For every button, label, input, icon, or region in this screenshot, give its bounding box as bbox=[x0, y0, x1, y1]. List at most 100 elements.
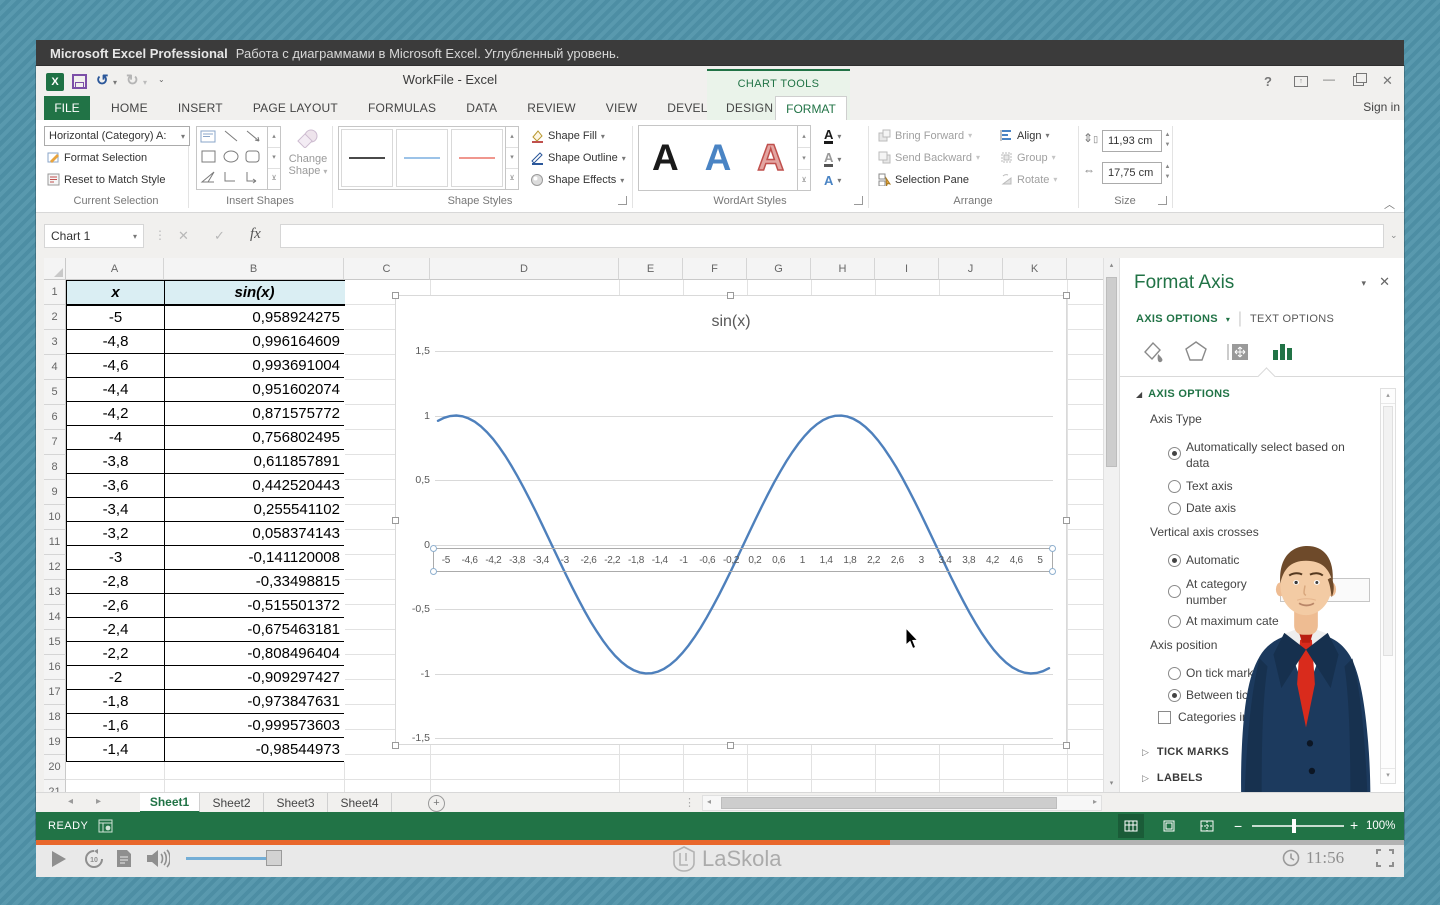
ribbon-display-options-icon[interactable]: ↑ bbox=[1294, 76, 1308, 87]
pane-close-icon[interactable]: ✕ bbox=[1379, 274, 1390, 290]
column-headers[interactable]: A B C D E F G H I J K bbox=[66, 258, 1103, 280]
row-header-18[interactable]: 18 bbox=[44, 705, 66, 730]
volume-slider-track[interactable] bbox=[186, 857, 278, 860]
col-header-B[interactable]: B bbox=[164, 258, 344, 280]
col-header-D[interactable]: D bbox=[430, 258, 619, 280]
shape-styles-scroll[interactable]: ▴ ▾ ⊻ bbox=[506, 126, 519, 190]
chart-handle-e[interactable] bbox=[1063, 517, 1070, 524]
restore-icon[interactable] bbox=[1353, 76, 1364, 86]
x-axis-tick-label[interactable]: -5 bbox=[434, 555, 458, 566]
table-header-sinx[interactable]: sin(x) bbox=[165, 281, 344, 304]
table-row[interactable]: -2,4 -0,675463181 bbox=[67, 618, 345, 642]
tab-view[interactable]: VIEW bbox=[591, 96, 652, 120]
cancel-icon[interactable]: ✕ bbox=[178, 228, 189, 244]
x-axis-tick-label[interactable]: 2,2 bbox=[862, 555, 886, 566]
sheet-nav-left-icon[interactable]: ◂ bbox=[68, 796, 73, 807]
radio-automatic[interactable] bbox=[1168, 554, 1181, 567]
chart-handle-sw[interactable] bbox=[392, 742, 399, 749]
x-axis-tick-label[interactable]: 1 bbox=[790, 555, 814, 566]
tab-data[interactable]: DATA bbox=[451, 96, 512, 120]
y-axis-tick-label[interactable]: -0,5 bbox=[396, 603, 430, 615]
table-row[interactable]: -3,8 0,611857891 bbox=[67, 450, 345, 474]
y-axis-tick-label[interactable]: 1 bbox=[396, 410, 430, 422]
enter-icon[interactable]: ✓ bbox=[214, 228, 225, 244]
chart-handle-ne[interactable] bbox=[1063, 292, 1070, 299]
row-header-17[interactable]: 17 bbox=[44, 680, 66, 705]
table-row[interactable]: -4,8 0,996164609 bbox=[67, 330, 345, 354]
row-header-15[interactable]: 15 bbox=[44, 630, 66, 655]
pane-tab-text-options[interactable]: TEXT OPTIONS bbox=[1250, 313, 1334, 325]
insert-function-icon[interactable]: fx bbox=[250, 226, 261, 243]
zoom-out-icon[interactable]: − bbox=[1234, 818, 1242, 834]
x-axis-tick-label[interactable]: -3,8 bbox=[505, 555, 529, 566]
x-axis-tick-label[interactable]: 4,2 bbox=[981, 555, 1005, 566]
row-header-11[interactable]: 11 bbox=[44, 530, 66, 555]
view-page-layout-button[interactable] bbox=[1156, 814, 1182, 838]
chart-handle-s[interactable] bbox=[727, 742, 734, 749]
table-row[interactable]: -4 0,756802495 bbox=[67, 426, 345, 450]
shape-effects-button[interactable]: Shape Effects▾ bbox=[530, 173, 624, 187]
volume-slider-thumb[interactable] bbox=[266, 850, 282, 866]
sheet-tab-sheet4[interactable]: Sheet4 bbox=[328, 793, 392, 813]
size-properties-icon[interactable] bbox=[1226, 338, 1252, 364]
axis-selection-handle[interactable] bbox=[1049, 568, 1056, 575]
row-header-10[interactable]: 10 bbox=[44, 505, 66, 530]
formula-bar-expand-icon[interactable]: ⌄ bbox=[1390, 230, 1398, 241]
fill-line-icon[interactable] bbox=[1140, 338, 1166, 364]
table-row[interactable]: -1,4 -0,98544973 bbox=[67, 738, 345, 762]
x-axis-tick-label[interactable]: -2,2 bbox=[600, 555, 624, 566]
section-labels[interactable]: ▷ LABELS bbox=[1142, 772, 1203, 784]
row-header-5[interactable]: 5 bbox=[44, 380, 66, 405]
row-header-9[interactable]: 9 bbox=[44, 480, 66, 505]
sheet-nav-right-icon[interactable]: ▸ bbox=[96, 796, 101, 807]
radio-text-axis-label[interactable]: Text axis bbox=[1186, 479, 1233, 493]
table-row[interactable]: -2,8 -0,33498815 bbox=[67, 570, 345, 594]
tab-page-layout[interactable]: PAGE LAYOUT bbox=[238, 96, 353, 120]
chart-options-icon[interactable] bbox=[1269, 338, 1295, 364]
select-all-corner[interactable] bbox=[44, 258, 66, 280]
axis-selection-handle[interactable] bbox=[1049, 545, 1056, 552]
size-launcher-icon[interactable] bbox=[1158, 196, 1167, 205]
row-header-12[interactable]: 12 bbox=[44, 555, 66, 580]
row-header-8[interactable]: 8 bbox=[44, 455, 66, 480]
x-axis-tick-label[interactable]: 5 bbox=[1028, 555, 1052, 566]
table-row[interactable]: -3,4 0,255541102 bbox=[67, 498, 345, 522]
pane-scrollbar[interactable]: ▴ ▾ bbox=[1380, 388, 1396, 784]
shape-height-input[interactable]: 11,93 cm bbox=[1102, 130, 1162, 152]
text-outline-button[interactable]: A▾ bbox=[824, 151, 841, 167]
tab-formulas[interactable]: FORMULAS bbox=[353, 96, 451, 120]
y-axis-tick-label[interactable]: 0 bbox=[396, 539, 430, 551]
section-axis-options[interactable]: ◢ AXIS OPTIONS bbox=[1136, 388, 1230, 400]
volume-icon[interactable] bbox=[146, 849, 170, 873]
tab-file[interactable]: FILE bbox=[44, 96, 90, 120]
fullscreen-button[interactable] bbox=[1376, 849, 1394, 872]
pane-tab-axis-options[interactable]: AXIS OPTIONS bbox=[1136, 313, 1218, 325]
x-axis-tick-label[interactable]: 2,6 bbox=[886, 555, 910, 566]
tab-review[interactable]: REVIEW bbox=[512, 96, 591, 120]
shape-width-input[interactable]: 17,75 cm bbox=[1102, 162, 1162, 184]
sheet-tab-sheet1[interactable]: Sheet1 bbox=[140, 793, 200, 813]
y-axis-tick-label[interactable]: -1 bbox=[396, 668, 430, 680]
wordart-scroll[interactable]: ▴ ▾ ⊻ bbox=[798, 125, 811, 191]
send-backward-button[interactable]: Send Backward▾ bbox=[878, 151, 980, 164]
view-normal-button[interactable] bbox=[1118, 814, 1144, 838]
tab-format[interactable]: FORMAT bbox=[775, 96, 847, 120]
close-icon[interactable]: ✕ bbox=[1382, 73, 1393, 89]
format-selection-button[interactable]: Format Selection bbox=[47, 151, 147, 164]
x-axis-tick-label[interactable]: -1 bbox=[672, 555, 696, 566]
pane-scrollbar-thumb[interactable] bbox=[1383, 406, 1393, 656]
bring-forward-button[interactable]: Bring Forward▾ bbox=[878, 129, 972, 142]
axis-selection-handle[interactable] bbox=[430, 568, 437, 575]
row-header-14[interactable]: 14 bbox=[44, 605, 66, 630]
radio-auto-select[interactable] bbox=[1168, 447, 1181, 460]
vertical-scrollbar[interactable]: ▴ ▾ bbox=[1103, 258, 1119, 792]
col-header-K[interactable]: K bbox=[1003, 258, 1067, 280]
table-row[interactable]: -3 -0,141120008 bbox=[67, 546, 345, 570]
table-row[interactable]: -1,8 -0,973847631 bbox=[67, 690, 345, 714]
y-axis-tick-label[interactable]: -1,5 bbox=[396, 732, 430, 744]
table-row[interactable]: -4,2 0,871575772 bbox=[67, 402, 345, 426]
radio-between-tick[interactable] bbox=[1168, 689, 1181, 702]
sheet-tab-sheet3[interactable]: Sheet3 bbox=[264, 793, 328, 813]
table-row[interactable]: -2,2 -0,808496404 bbox=[67, 642, 345, 666]
undo-dropdown-icon[interactable]: ▾ bbox=[113, 78, 117, 87]
